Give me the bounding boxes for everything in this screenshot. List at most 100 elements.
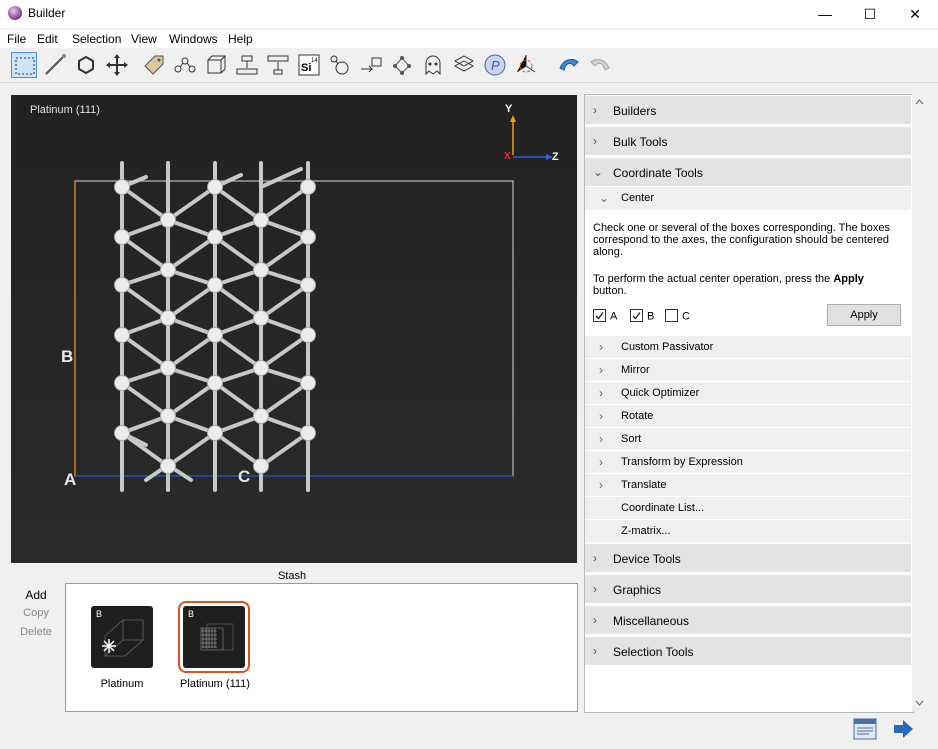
- subsection-translate[interactable]: › Translate: [585, 474, 911, 497]
- platinum-atom: [160, 458, 176, 474]
- bond: [166, 431, 217, 468]
- section-label: Graphics: [613, 583, 662, 597]
- rectangle-select-icon[interactable]: [11, 52, 37, 78]
- section-graphics[interactable]: › Graphics: [585, 575, 911, 604]
- zmatrix-item[interactable]: Z-matrix...: [585, 520, 911, 543]
- slab-structure-icon: [200, 623, 234, 651]
- subsection-center[interactable]: ⌄ Center: [585, 187, 911, 211]
- axis-z-label: Z: [552, 151, 559, 163]
- axes-rotate-icon[interactable]: [513, 52, 539, 78]
- slab-icon[interactable]: [234, 52, 260, 78]
- ghost-icon[interactable]: [420, 52, 446, 78]
- send-to-arrow-icon[interactable]: [891, 716, 915, 745]
- menu-help[interactable]: Help: [228, 32, 253, 46]
- subsection-transform-by-expression[interactable]: › Transform by Expression: [585, 451, 911, 474]
- subsection-label: Translate: [621, 479, 667, 491]
- lattice-label-c: C: [238, 467, 251, 486]
- crystal-defect-icon[interactable]: [389, 52, 415, 78]
- platinum-atom: [207, 327, 223, 343]
- checkbox-b[interactable]: B: [630, 309, 654, 323]
- stash-actions: Add Copy Delete: [11, 583, 61, 711]
- maximize-button[interactable]: ☐: [847, 0, 893, 28]
- bond-icon[interactable]: [172, 52, 198, 78]
- bond: [259, 283, 310, 320]
- cell-icon[interactable]: [203, 52, 229, 78]
- section-label: Coordinate Tools: [613, 166, 703, 180]
- script-export-icon[interactable]: [852, 716, 878, 745]
- platinum-atom: [300, 277, 316, 293]
- apply-button[interactable]: Apply: [827, 304, 901, 326]
- element-si-icon[interactable]: Si 14: [296, 52, 322, 78]
- panel-scrollbar[interactable]: [912, 94, 927, 711]
- undo-icon[interactable]: [556, 52, 582, 78]
- redo-icon[interactable]: [587, 52, 613, 78]
- subsection-label: Quick Optimizer: [621, 387, 700, 399]
- subsection-mirror[interactable]: › Mirror: [585, 359, 911, 382]
- bond: [213, 381, 263, 418]
- menu-bar: File Edit Selection View Windows Help: [0, 30, 938, 48]
- close-button[interactable]: ✕: [892, 0, 938, 28]
- coordinate-list-item[interactable]: Coordinate List...: [585, 497, 911, 520]
- bond: [259, 235, 310, 272]
- section-miscellaneous[interactable]: › Miscellaneous: [585, 606, 911, 635]
- section-coordinate-tools[interactable]: ⌄ Coordinate Tools: [585, 158, 911, 187]
- lattice-label-a: A: [64, 470, 77, 489]
- section-bulk-tools[interactable]: › Bulk Tools: [585, 127, 911, 156]
- measure-tool-icon[interactable]: [42, 52, 68, 78]
- layers-icon[interactable]: [451, 52, 477, 78]
- subsection-quick-optimizer[interactable]: › Quick Optimizer: [585, 382, 911, 405]
- center-instruction: To perform the actual center operation, …: [593, 273, 903, 297]
- chevron-right-icon: ›: [593, 644, 597, 658]
- tag-icon[interactable]: [141, 52, 167, 78]
- stash-copy-button[interactable]: Copy: [11, 607, 61, 626]
- section-selection-tools[interactable]: › Selection Tools: [585, 637, 911, 666]
- platinum-atom: [253, 458, 269, 474]
- python-script-icon[interactable]: P: [482, 52, 508, 78]
- menu-file[interactable]: File: [7, 32, 26, 46]
- bond: [213, 333, 263, 370]
- platinum-atom: [300, 425, 316, 441]
- checkbox-label: A: [610, 310, 618, 323]
- subsection-custom-passivator[interactable]: › Custom Passivator: [585, 336, 911, 359]
- interface-icon[interactable]: [265, 52, 291, 78]
- subsection-label: Transform by Expression: [621, 456, 743, 468]
- platinum-atom: [114, 179, 130, 195]
- menu-edit[interactable]: Edit: [37, 32, 58, 46]
- hexagon-icon[interactable]: [73, 52, 99, 78]
- subsection-sort[interactable]: › Sort: [585, 428, 911, 451]
- molecule-icon[interactable]: [327, 52, 353, 78]
- svg-text:Si: Si: [301, 62, 311, 74]
- center-instruction-text: To perform the actual center operation, …: [593, 273, 834, 285]
- platinum-atom: [160, 360, 176, 376]
- chevron-right-icon: ›: [593, 134, 597, 148]
- move-icon[interactable]: [104, 52, 130, 78]
- bond: [166, 185, 217, 222]
- bond: [213, 283, 263, 320]
- checkbox-a[interactable]: A: [593, 309, 618, 323]
- menu-selection[interactable]: Selection: [72, 32, 121, 46]
- checkbox-unchecked-icon: [665, 309, 678, 322]
- section-label: Builders: [613, 104, 657, 118]
- chevron-right-icon: ›: [593, 613, 597, 627]
- bond: [259, 185, 310, 222]
- stash-add-button[interactable]: Add: [11, 583, 61, 607]
- menu-view[interactable]: View: [131, 32, 157, 46]
- chevron-right-icon: ›: [599, 340, 603, 354]
- bond: [166, 283, 217, 320]
- chevron-right-icon: ›: [599, 432, 603, 446]
- subsection-rotate[interactable]: › Rotate: [585, 405, 911, 428]
- arrow-block-icon[interactable]: [358, 52, 384, 78]
- menu-windows[interactable]: Windows: [169, 32, 218, 46]
- stash-delete-button[interactable]: Delete: [11, 626, 61, 645]
- minimize-button[interactable]: —: [802, 0, 848, 28]
- stash-item-platinum-111[interactable]: B: [178, 601, 250, 673]
- center-description: Check one or several of the boxes corres…: [593, 222, 890, 258]
- section-device-tools[interactable]: › Device Tools: [585, 544, 911, 573]
- checkbox-c[interactable]: C: [665, 309, 690, 323]
- stash-item-platinum[interactable]: B: [91, 606, 153, 668]
- platinum-atom: [114, 277, 130, 293]
- section-builders[interactable]: › Builders: [585, 96, 911, 125]
- bulk-structure-icon: [102, 619, 144, 657]
- structure-viewer[interactable]: Platinum (111) Y X Z B A C: [11, 95, 577, 563]
- platinum-atom: [160, 262, 176, 278]
